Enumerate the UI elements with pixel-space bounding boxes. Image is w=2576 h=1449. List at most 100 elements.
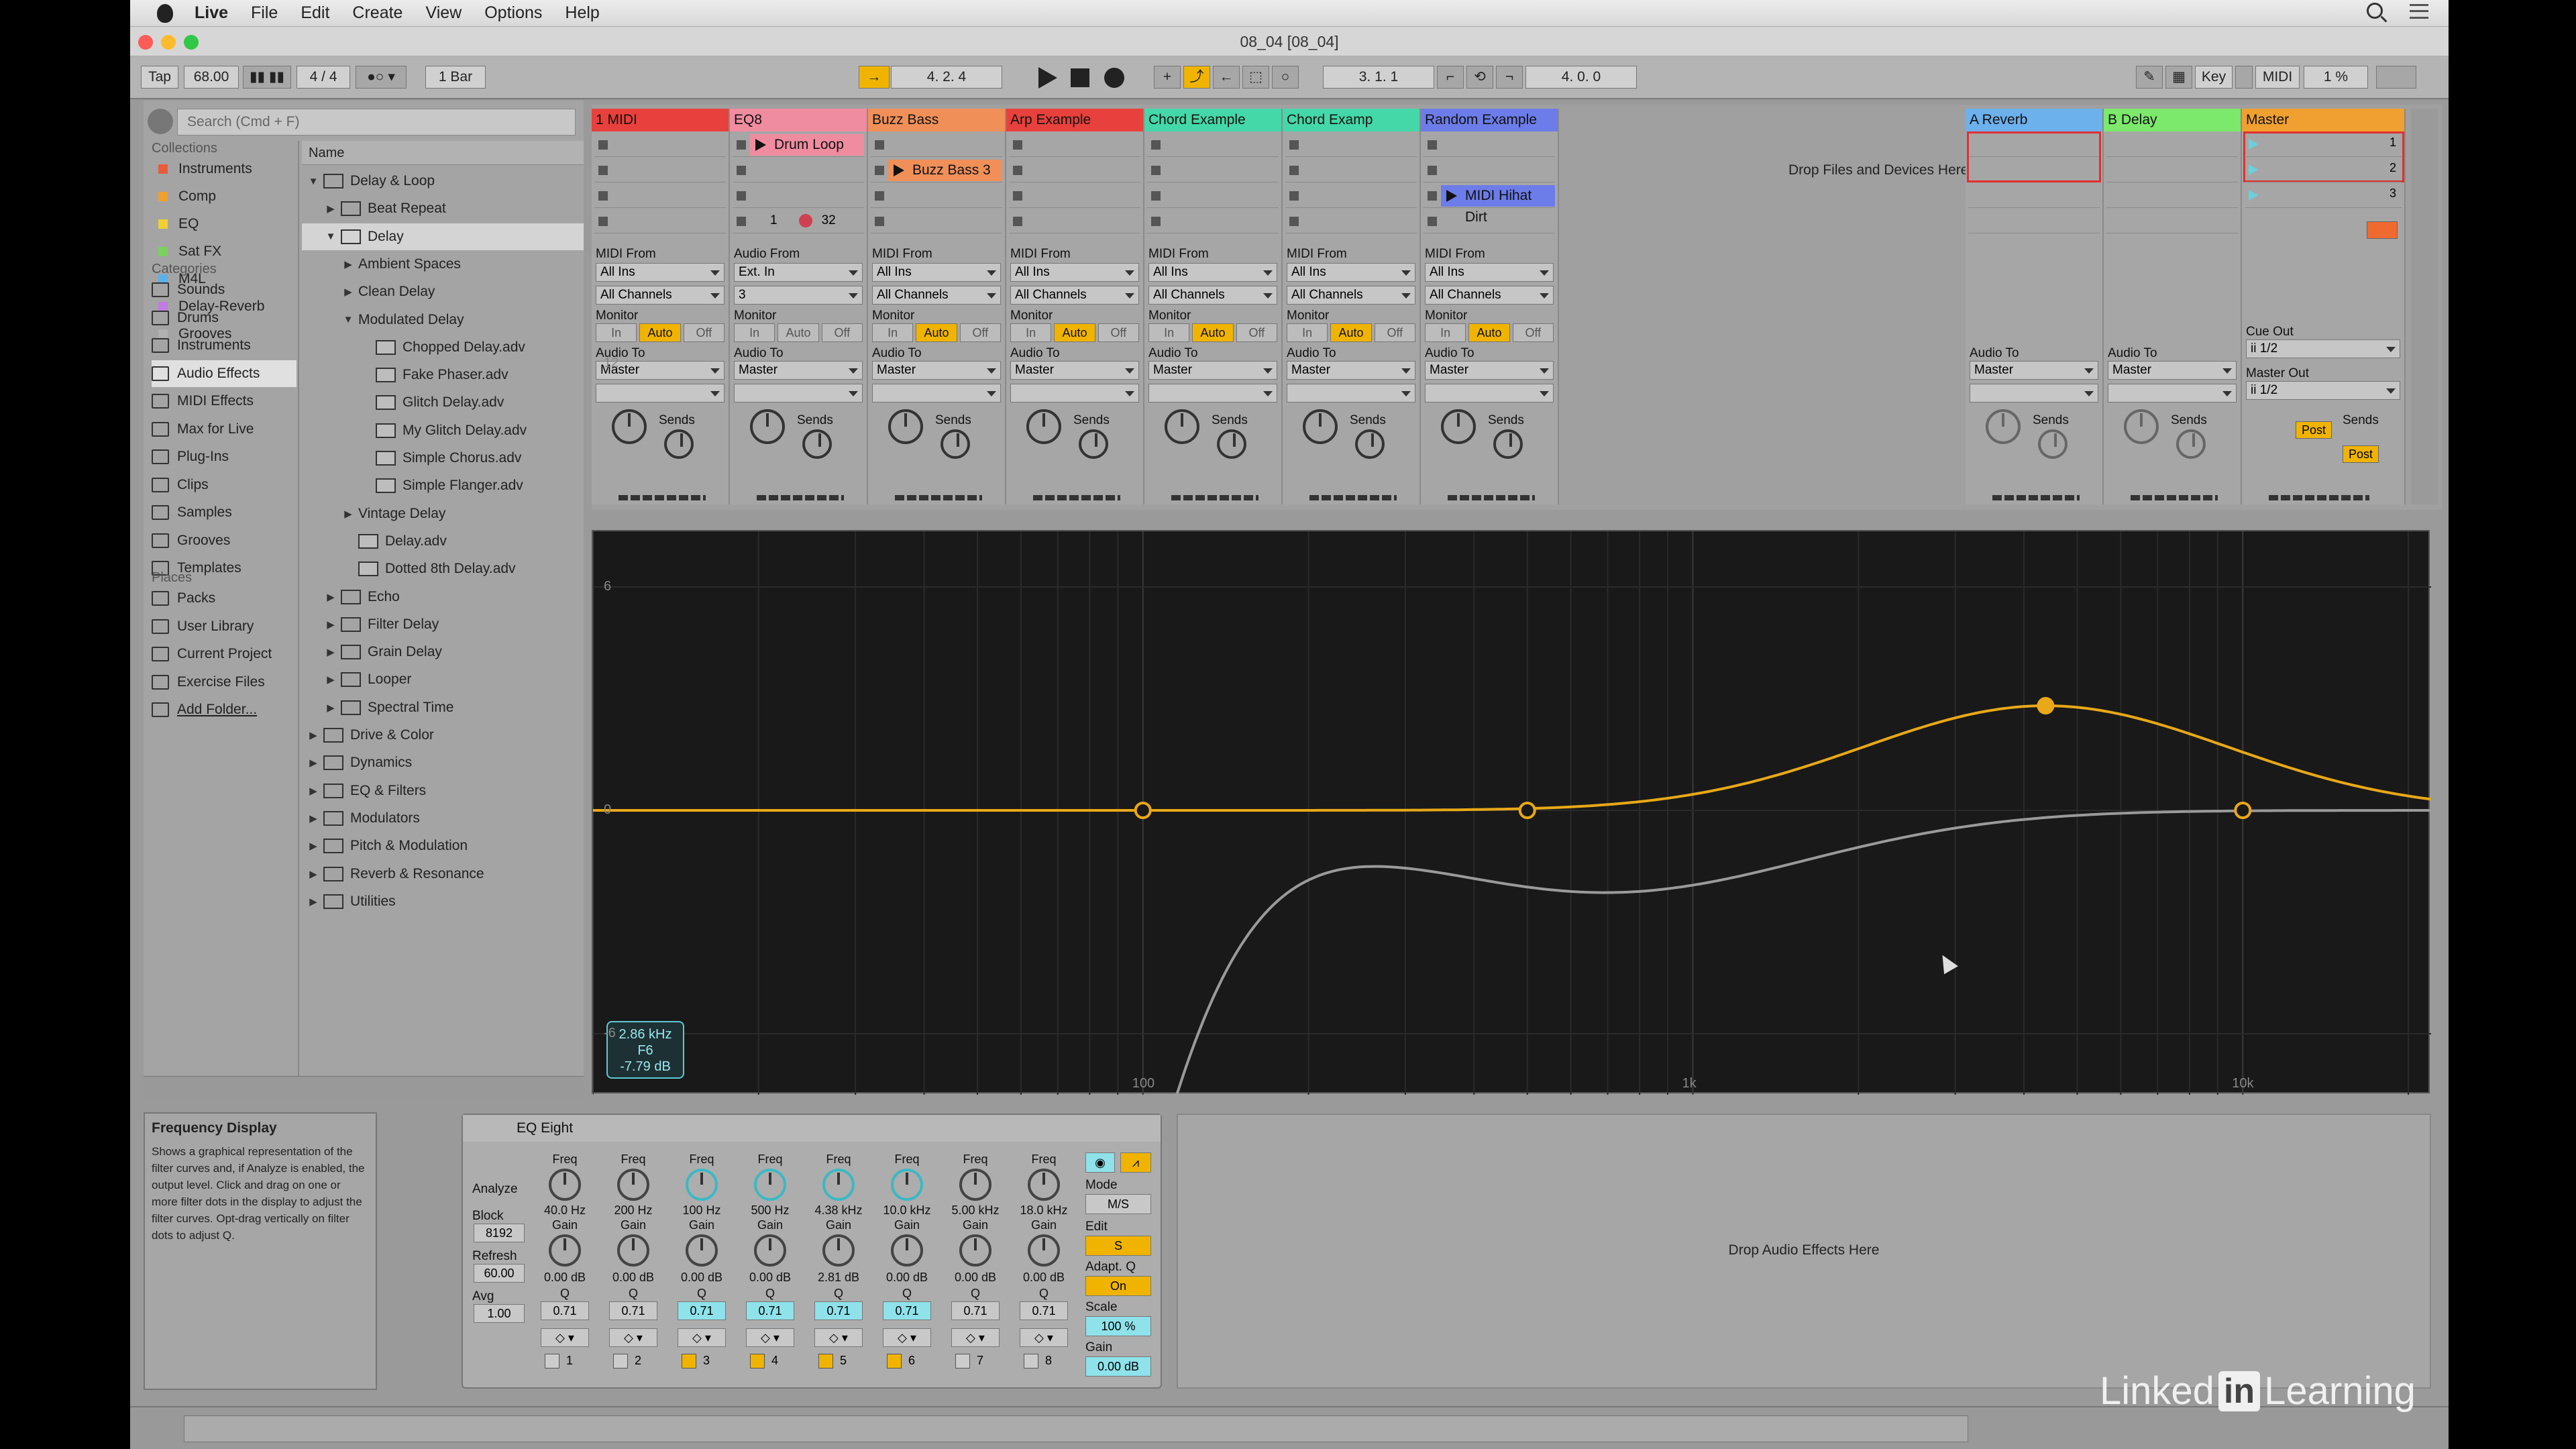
scene-slot[interactable]: 3: [2245, 184, 2402, 208]
browser-item[interactable]: ▶ Drive & Color: [302, 722, 584, 749]
gain-value[interactable]: 0.00 dB: [668, 1271, 735, 1285]
clip-stop-icon[interactable]: [1289, 191, 1299, 201]
monitor-in-button[interactable]: In: [1148, 323, 1190, 342]
stop-all-clips-icon[interactable]: [2367, 221, 2398, 239]
clip-stop-icon[interactable]: [1428, 191, 1437, 201]
gain-value[interactable]: 0.00 dB: [531, 1271, 598, 1285]
browser-item[interactable]: ▶ Clean Delay: [302, 278, 584, 305]
clip-slot[interactable]: [733, 184, 864, 208]
browser-item[interactable]: ▶ Utilities: [302, 888, 584, 915]
category-item[interactable]: Max for Live: [152, 416, 297, 443]
filter-dot[interactable]: [1134, 802, 1152, 819]
input-source-select[interactable]: Ext. In: [734, 263, 863, 282]
clip-stop-icon[interactable]: [737, 217, 746, 226]
browser-item[interactable]: Delay.adv: [302, 528, 584, 555]
place-item[interactable]: Packs: [152, 585, 297, 612]
output-select[interactable]: Master: [2108, 361, 2237, 380]
midi-map-button[interactable]: MIDI: [2255, 66, 2300, 89]
gain-value[interactable]: 0.00 dB: [737, 1271, 804, 1285]
monitor-in-button[interactable]: In: [872, 323, 914, 342]
monitor-switch[interactable]: In Auto Off: [1287, 323, 1415, 342]
browser-item[interactable]: ▼ Delay: [302, 223, 584, 250]
tempo-field[interactable]: 68.00: [184, 66, 239, 89]
output-channel-select[interactable]: [1425, 384, 1554, 402]
record-icon[interactable]: [1104, 68, 1124, 88]
menu-file[interactable]: File: [251, 3, 278, 23]
freq-value[interactable]: 4.38 kHz: [805, 1203, 872, 1218]
clip-stop-icon[interactable]: [737, 140, 746, 150]
place-item[interactable]: Current Project: [152, 641, 297, 667]
browser-item[interactable]: ▶ Spectral Time: [302, 694, 584, 721]
collection-item[interactable]: Instruments: [152, 156, 297, 182]
browser-item[interactable]: Dotted 8th Delay.adv: [302, 555, 584, 582]
clip-stop-icon[interactable]: [1151, 166, 1161, 175]
input-source-select[interactable]: All Ins: [596, 263, 724, 282]
post-button[interactable]: Post: [2343, 445, 2379, 463]
track-title[interactable]: Chord Examp: [1283, 109, 1419, 131]
output-channel-select[interactable]: [734, 384, 863, 402]
punch-in-button[interactable]: ⌐: [1437, 66, 1464, 89]
disclosure-triangle-icon[interactable]: ▶: [342, 286, 354, 298]
monitor-in-button[interactable]: In: [734, 323, 775, 342]
menu-live[interactable]: Live: [195, 3, 228, 23]
clip-slot[interactable]: [1285, 184, 1417, 208]
category-item[interactable]: Audio Effects: [152, 360, 297, 387]
output-channel-select[interactable]: [1148, 384, 1277, 402]
clip-stop-icon[interactable]: [598, 166, 608, 175]
monitor-auto-button[interactable]: Auto: [1054, 323, 1095, 342]
browser-item[interactable]: Glitch Delay.adv: [302, 389, 584, 416]
time-signature-field[interactable]: 4 / 4: [297, 66, 350, 89]
browser-search-input[interactable]: Search (Cmd + F): [177, 109, 576, 136]
monitor-in-button[interactable]: In: [1425, 323, 1466, 342]
band-on-toggle[interactable]: [887, 1354, 902, 1368]
browser-item[interactable]: ▶ Looper: [302, 666, 584, 693]
track-title[interactable]: Random Example: [1421, 109, 1558, 131]
band-on-toggle[interactable]: [613, 1354, 628, 1368]
category-item[interactable]: Grooves: [152, 527, 297, 554]
category-item[interactable]: Samples: [152, 499, 297, 526]
freq-knob[interactable]: [686, 1169, 718, 1201]
disclosure-triangle-icon[interactable]: ▼: [307, 176, 319, 187]
track-title[interactable]: A Reverb: [1966, 109, 2102, 131]
eq-eight-expanded-display[interactable]: 2.86 kHz F6 -7.79 dB 12 6 0 -6 100 1k 10k: [592, 356, 2431, 1095]
band-on-toggle[interactable]: [1024, 1354, 1038, 1368]
send-a-knob[interactable]: [1986, 409, 2021, 444]
place-item[interactable]: Add Folder...: [152, 696, 297, 723]
loop-start-field[interactable]: 3. 1. 1: [1323, 66, 1434, 89]
gain-value[interactable]: 0.00 dB: [873, 1271, 941, 1285]
gain-value[interactable]: 0.00 dB: [942, 1271, 1009, 1285]
clip[interactable]: Drum Loop: [750, 134, 864, 156]
key-map-button[interactable]: Key: [2195, 66, 2233, 89]
name-column-header[interactable]: Name: [302, 141, 584, 165]
track-title[interactable]: Chord Example: [1144, 109, 1281, 131]
send-b-knob[interactable]: [1079, 429, 1108, 459]
monitor-switch[interactable]: In Auto Off: [734, 323, 863, 342]
clip-launch-icon[interactable]: [1446, 190, 1457, 202]
disclosure-triangle-icon[interactable]: ▶: [325, 646, 337, 658]
browser-item[interactable]: ▶ Beat Repeat: [302, 195, 584, 222]
freq-value[interactable]: 10.0 kHz: [873, 1203, 941, 1218]
disclosure-triangle-icon[interactable]: ▶: [307, 840, 319, 852]
menu-help[interactable]: Help: [565, 3, 599, 23]
freq-knob[interactable]: [754, 1169, 786, 1201]
clip-slot[interactable]: [594, 133, 726, 157]
clip-slot[interactable]: [1147, 133, 1279, 157]
category-item[interactable]: Sounds: [152, 276, 297, 303]
spotlight-search-icon[interactable]: [2367, 3, 2383, 19]
adaptive-filter-icon[interactable]: ◉: [1085, 1152, 1115, 1173]
clip-stop-icon[interactable]: [598, 217, 608, 226]
filter-dot[interactable]: [2037, 697, 2055, 715]
edit-toggle[interactable]: S: [1085, 1236, 1151, 1256]
output-channel-select[interactable]: [1010, 384, 1139, 402]
gain-knob[interactable]: [891, 1234, 923, 1267]
clip-slot[interactable]: [1285, 209, 1417, 233]
clip-slot[interactable]: [1968, 209, 2100, 233]
clip-stop-icon[interactable]: [1013, 217, 1022, 226]
q-field[interactable]: 0.71: [541, 1301, 589, 1320]
clip-stop-icon[interactable]: [875, 140, 884, 150]
clip-launch-icon[interactable]: [894, 164, 904, 176]
input-channel-select[interactable]: All Channels: [1010, 286, 1139, 305]
clip-slot[interactable]: [871, 209, 1002, 233]
send-a-knob[interactable]: [1303, 409, 1338, 444]
output-channel-select[interactable]: [1970, 384, 2098, 402]
